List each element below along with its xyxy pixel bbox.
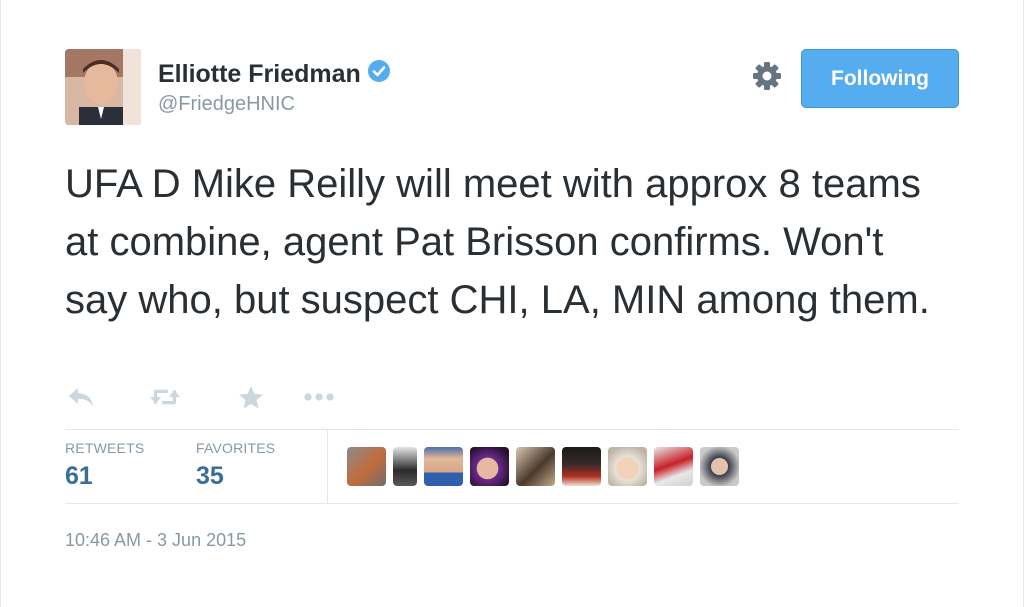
- gear-icon[interactable]: [751, 60, 783, 92]
- user-avatar[interactable]: [700, 447, 739, 486]
- author-name[interactable]: Elliotte Friedman: [158, 60, 361, 89]
- retweets-count[interactable]: 61: [65, 462, 144, 491]
- divider: [65, 429, 959, 430]
- favorites-stat[interactable]: FAVORITES 35: [196, 440, 275, 491]
- author-handle[interactable]: @FriedgeHNIC: [158, 93, 295, 116]
- user-avatar[interactable]: [393, 447, 417, 486]
- user-avatar[interactable]: [562, 447, 601, 486]
- author-name-row[interactable]: Elliotte Friedman: [158, 59, 391, 90]
- retweets-stat[interactable]: RETWEETS 61: [65, 440, 144, 491]
- user-avatar[interactable]: [424, 447, 463, 486]
- favorites-label: FAVORITES: [196, 440, 276, 456]
- favorites-count[interactable]: 35: [196, 462, 275, 491]
- user-avatar[interactable]: [347, 447, 386, 486]
- user-avatar[interactable]: [654, 447, 693, 486]
- user-avatar[interactable]: [470, 447, 509, 486]
- divider: [65, 503, 959, 504]
- following-button[interactable]: Following: [801, 49, 959, 108]
- retweet-icon[interactable]: [149, 382, 181, 412]
- favorite-icon[interactable]: [235, 382, 267, 412]
- more-icon[interactable]: [303, 382, 335, 412]
- stats-divider: [327, 430, 328, 504]
- user-avatar[interactable]: [608, 447, 647, 486]
- verified-badge-icon: [367, 59, 391, 90]
- author-avatar[interactable]: [65, 49, 141, 125]
- tweet-timestamp[interactable]: 10:46 AM - 3 Jun 2015: [65, 530, 246, 551]
- user-avatar[interactable]: [516, 447, 555, 486]
- retweets-label: RETWEETS: [65, 440, 145, 456]
- tweet-actions: [65, 382, 335, 412]
- tweet-card: Elliotte Friedman @FriedgeHNIC Following…: [0, 0, 1024, 607]
- tweet-text: UFA D Mike Reilly will meet with approx …: [65, 162, 930, 322]
- favorited-by-avatars: [347, 447, 739, 486]
- reply-icon[interactable]: [65, 382, 97, 412]
